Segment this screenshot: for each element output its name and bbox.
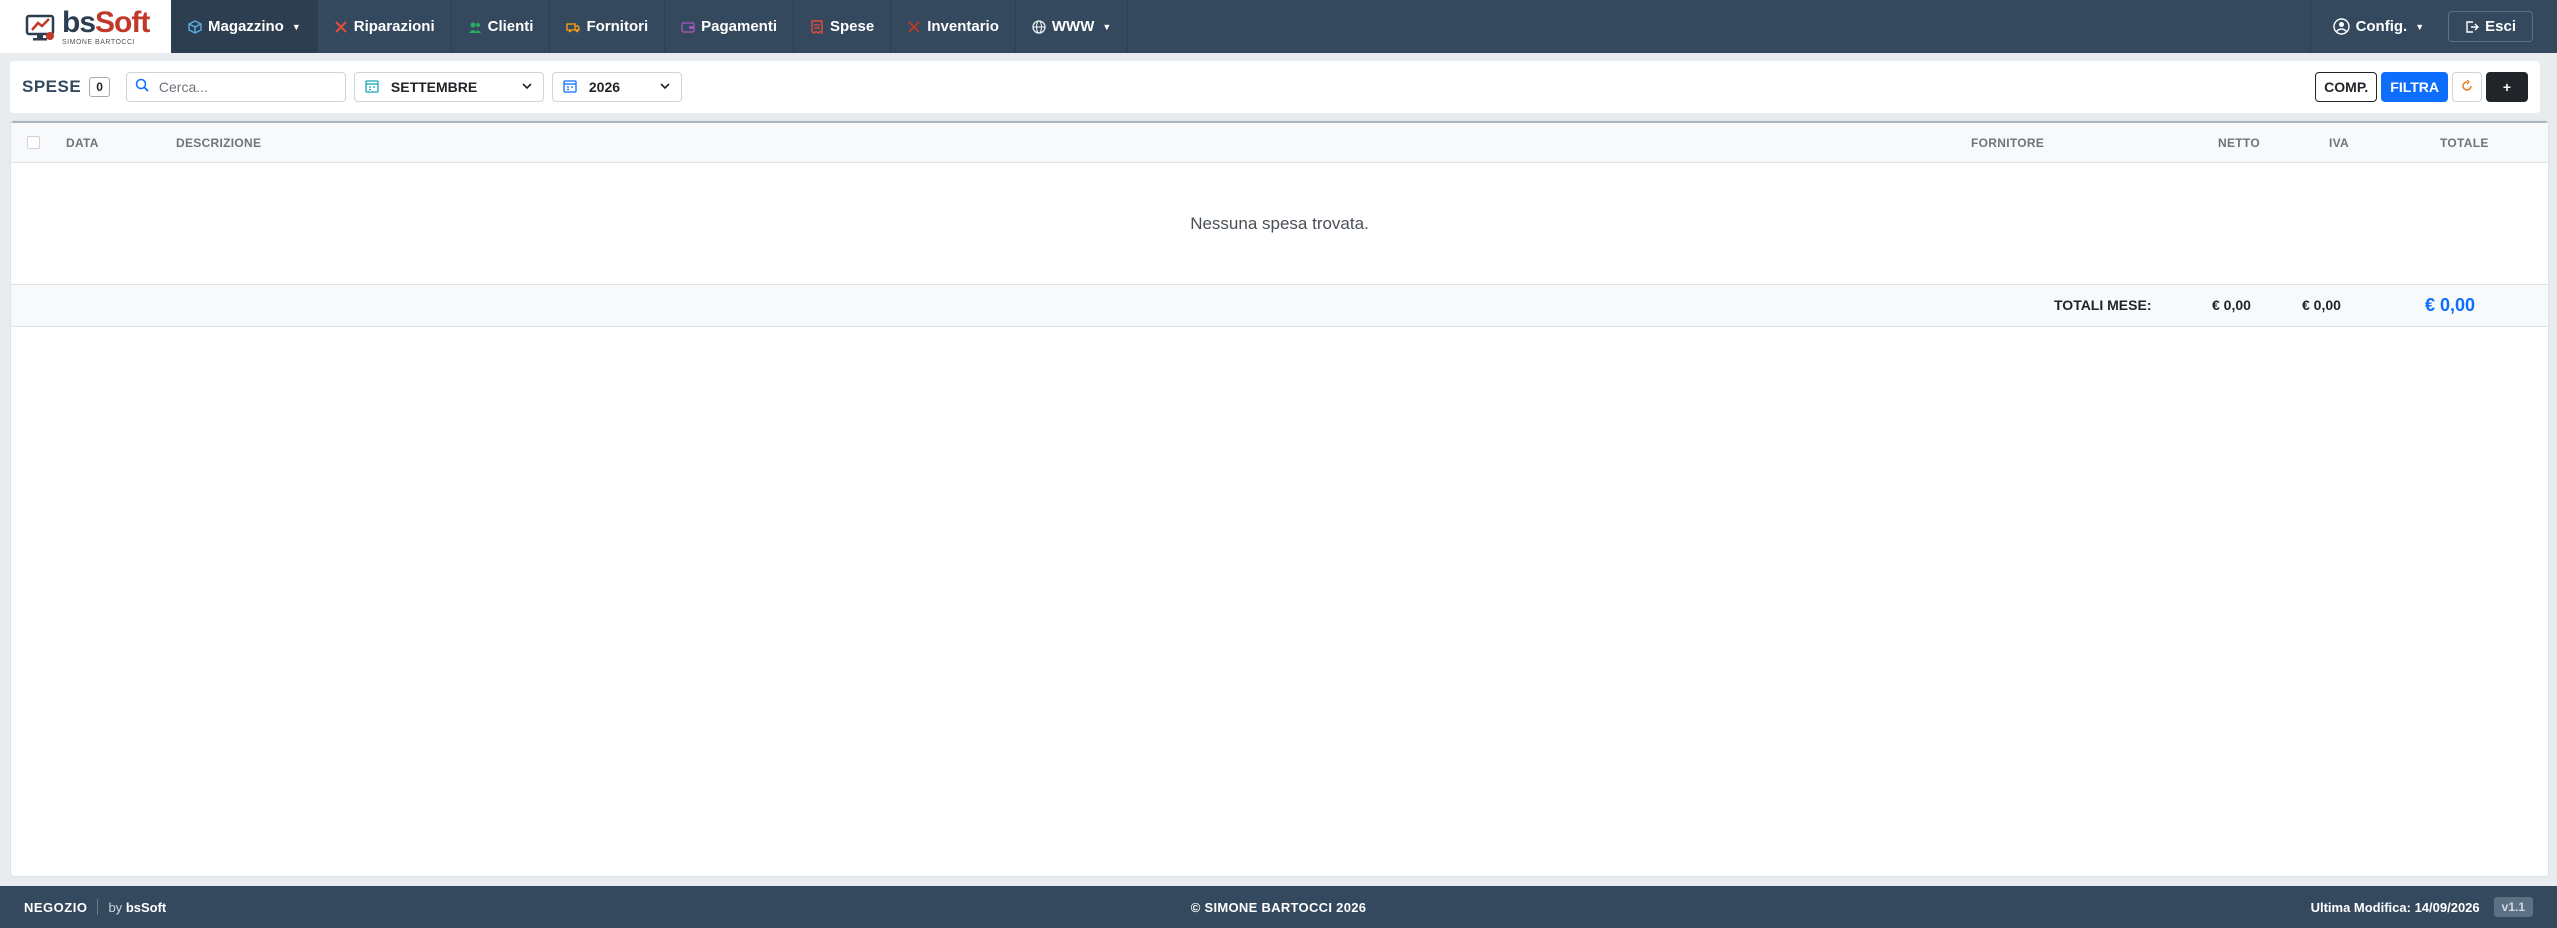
footer-shop: NEGOZIO	[24, 899, 88, 915]
calendar-icon	[563, 79, 577, 96]
monitor-logo-icon	[24, 10, 58, 44]
totals-iva: € 0,00	[2302, 297, 2341, 313]
footer-by-brand: bsSoft	[125, 899, 167, 915]
nav-item-label: Magazzino	[208, 18, 284, 35]
nav-item-label: Pagamenti	[701, 18, 777, 35]
table-header: DATA DESCRIZIONE FORNITORE NETTO IVA TOT…	[11, 121, 2548, 163]
nav-item-fornitori[interactable]: Fornitori	[550, 0, 666, 53]
totals-label: TOTALI MESE:	[2054, 297, 2152, 313]
nav-item-label: Spese	[829, 18, 875, 35]
nav-item-label: Clienti	[487, 18, 534, 35]
totals-totale: € 0,00	[2425, 295, 2476, 315]
chevron-down-icon	[659, 79, 671, 95]
footer-right: Ultima Modifica: 14/09/2026 v1.1	[2311, 897, 2533, 917]
spese-table-card: DATA DESCRIZIONE FORNITORE NETTO IVA TOT…	[10, 120, 2549, 877]
box-icon	[188, 19, 202, 34]
column-header-data[interactable]: DATA	[66, 136, 99, 150]
truck-icon	[566, 20, 581, 34]
nav-item-label: WWW	[1051, 18, 1095, 35]
filter-button[interactable]: FILTRA	[2381, 72, 2448, 102]
page-title: SPESE	[22, 77, 82, 96]
tools-icon	[334, 20, 348, 34]
year-select[interactable]: 2026	[551, 72, 682, 102]
footer-divider	[97, 899, 99, 915]
search-input[interactable]	[158, 79, 329, 95]
column-header-totale[interactable]: TOTALE	[2440, 136, 2489, 150]
search-icon	[135, 78, 149, 97]
footer-copyright: © SIMONE BARTOCCI 2026	[1190, 899, 1367, 915]
search-box	[125, 72, 346, 102]
footer-by: by bsSoft	[108, 900, 166, 915]
brand-text: bsSoft SIMONE BARTOCCI	[62, 5, 150, 46]
column-header-iva[interactable]: IVA	[2329, 136, 2349, 150]
footer-by-prefix: by	[108, 899, 123, 915]
brand-name: bsSoft	[62, 5, 150, 39]
caret-down-icon: ▼	[1102, 21, 1112, 32]
add-spesa-button[interactable]: +	[2486, 72, 2528, 102]
people-icon	[468, 20, 482, 34]
column-header-descrizione[interactable]: DESCRIZIONE	[176, 136, 261, 150]
year-value: 2026	[588, 79, 621, 95]
brand-subtitle: SIMONE BARTOCCI	[62, 38, 135, 46]
empty-message: Nessuna spesa trovata.	[11, 163, 2548, 285]
caret-down-icon: ▼	[291, 21, 301, 32]
logout-label: Esci	[2485, 18, 2516, 35]
chevron-down-icon	[521, 79, 533, 95]
month-value: SETTEMBRE	[390, 79, 478, 95]
brand-logo-link[interactable]: bsSoft SIMONE BARTOCCI	[0, 0, 172, 53]
user-circle-icon	[2332, 18, 2350, 35]
totals-netto: € 0,00	[2212, 297, 2251, 313]
nav-item-inventario[interactable]: Inventario	[891, 0, 1016, 53]
column-header-fornitore[interactable]: FORNITORE	[1971, 136, 2044, 150]
footer-left: NEGOZIO by bsSoft	[24, 899, 166, 915]
config-menu[interactable]: Config. ▼	[2309, 0, 2425, 53]
brand-name-bs: bs	[62, 5, 96, 39]
comp-button[interactable]: COMP.	[2315, 72, 2378, 102]
receipt-icon	[810, 19, 824, 34]
select-all-checkbox[interactable]	[27, 136, 40, 149]
nav-item-riparazioni[interactable]: Riparazioni	[318, 0, 452, 53]
logout-icon	[2465, 20, 2480, 34]
footer-last-modified: Ultima Modifica: 14/09/2026	[2310, 899, 2480, 915]
nav-item-spese[interactable]: Spese	[794, 0, 892, 53]
count-badge: 0	[89, 77, 110, 97]
caret-down-icon: ▼	[2415, 21, 2425, 32]
clipboard-icon	[907, 20, 921, 34]
brand-name-soft: Soft	[95, 5, 150, 39]
config-label: Config.	[2355, 18, 2408, 35]
refresh-icon	[2461, 79, 2473, 95]
column-header-netto[interactable]: NETTO	[2218, 136, 2260, 150]
footer: NEGOZIO by bsSoft © SIMONE BARTOCCI 2026…	[0, 886, 2557, 928]
nav-item-label: Inventario	[927, 18, 999, 35]
spese-toolbar: SPESE 0 SETTEMBRE 2026 COMP. FILTRA +	[10, 61, 2540, 113]
nav-item-label: Riparazioni	[353, 18, 435, 35]
logout-button[interactable]: Esci	[2448, 11, 2533, 42]
globe-icon	[1032, 19, 1046, 34]
nav-item-magazzino[interactable]: Magazzino ▼	[172, 0, 318, 53]
month-select[interactable]: SETTEMBRE	[353, 72, 544, 102]
top-navbar: bsSoft SIMONE BARTOCCI Magazzino ▼ Ripar…	[0, 0, 2557, 53]
calendar-icon	[365, 79, 379, 96]
wallet-icon	[681, 20, 695, 34]
version-badge: v1.1	[2493, 897, 2533, 917]
totals-row: TOTALI MESE: € 0,00 € 0,00 € 0,00	[11, 285, 2548, 327]
nav-item-www[interactable]: WWW ▼	[1016, 0, 1129, 53]
nav-item-label: Fornitori	[586, 18, 649, 35]
reset-button[interactable]	[2452, 72, 2482, 102]
nav-item-pagamenti[interactable]: Pagamenti	[665, 0, 794, 53]
nav-item-clienti[interactable]: Clienti	[452, 0, 551, 53]
nav-right: Config. ▼ Esci	[2309, 0, 2557, 53]
